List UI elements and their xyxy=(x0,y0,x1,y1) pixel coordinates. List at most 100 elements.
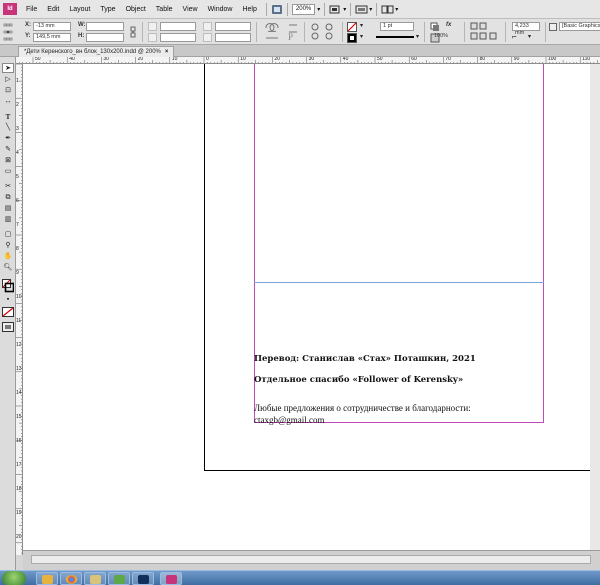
shear-angle-icon[interactable] xyxy=(203,33,212,42)
fill-dropdown-icon[interactable]: ▾ xyxy=(360,22,363,29)
corner-shape-dropdown-icon[interactable]: ▾ xyxy=(528,33,531,40)
height-field[interactable] xyxy=(86,33,124,42)
gradient-tool-icon[interactable]: ▤ xyxy=(2,204,14,214)
width-field[interactable] xyxy=(86,22,124,31)
object-style-icon[interactable] xyxy=(549,23,557,31)
control-separator xyxy=(342,22,343,42)
scale-x-field[interactable] xyxy=(160,22,196,31)
zoom-dropdown-icon[interactable]: ▾ xyxy=(317,6,320,13)
taskbar-indesign-icon[interactable] xyxy=(160,572,182,585)
indesign-logo-icon: Id xyxy=(3,3,17,15)
flip-buttons-icon[interactable]: P xyxy=(286,22,300,42)
scissors-tool-icon[interactable]: ✂ xyxy=(2,182,14,192)
ruler-label: 20 xyxy=(274,57,280,62)
menu-help[interactable]: Help xyxy=(237,0,261,19)
pasteboard[interactable]: Перевод: Станислав «Стах» Поташкин, 2021… xyxy=(23,64,600,550)
stroke-black-swatch-icon[interactable] xyxy=(347,33,357,43)
text-wrap-icons[interactable] xyxy=(470,22,500,42)
selection-tool-icon[interactable]: ➤ xyxy=(2,63,14,73)
horizontal-ruler[interactable]: 50403020100102030405060708090100110120 xyxy=(16,57,600,64)
hand-tool-icon[interactable]: ✋ xyxy=(2,252,14,262)
translator-credit-text[interactable]: Перевод: Станислав «Стах» Поташкин, 2021 xyxy=(254,354,476,364)
pen-tool-icon[interactable]: ✒ xyxy=(2,134,14,144)
menu-file[interactable]: File xyxy=(21,0,42,19)
view-mode-icon[interactable] xyxy=(2,322,14,332)
eyedropper-tool-icon[interactable]: ⚲ xyxy=(2,241,14,251)
x-label: X: xyxy=(25,22,31,28)
ruler-label: 7 xyxy=(16,222,19,228)
screen-mode-icon[interactable] xyxy=(355,4,369,15)
menu-layout[interactable]: Layout xyxy=(64,0,95,19)
horizontal-guide[interactable] xyxy=(254,282,544,283)
menu-view[interactable]: View xyxy=(178,0,203,19)
select-container-content-icons[interactable] xyxy=(310,23,338,41)
menu-type[interactable]: Type xyxy=(95,0,120,19)
ruler-label: 80 xyxy=(479,57,486,62)
direct-selection-tool-icon[interactable]: ▷ xyxy=(2,75,14,85)
contact-email-text[interactable]: ctaxgb@gmail.com xyxy=(254,415,325,425)
free-transform-tool-icon[interactable]: ⧉ xyxy=(2,193,14,203)
taskbar-photoshop-icon[interactable] xyxy=(132,572,154,585)
constrain-proportions-icon[interactable] xyxy=(129,26,137,38)
arrange-dropdown-icon[interactable]: ▾ xyxy=(395,6,398,13)
view-options-icon[interactable] xyxy=(329,4,343,15)
view-options-dropdown-icon[interactable]: ▾ xyxy=(343,6,346,13)
page-tool-icon[interactable]: ⊡ xyxy=(2,86,14,96)
y-position-field[interactable]: 149,5 mm xyxy=(33,33,71,42)
shear-angle-field[interactable] xyxy=(215,33,251,42)
fill-none-swatch-icon[interactable] xyxy=(347,22,357,32)
bridge-icon[interactable] xyxy=(271,4,283,15)
start-button-icon[interactable] xyxy=(2,571,26,585)
fx-icon[interactable]: fx xyxy=(446,22,451,28)
scale-x-icon[interactable] xyxy=(148,22,157,31)
thanks-text[interactable]: Отдельное спасибо «Follower of Kerensky» xyxy=(254,375,463,385)
opacity-field[interactable]: 100% xyxy=(432,33,454,42)
taskbar-explorer-icon[interactable] xyxy=(36,572,58,585)
stroke-dropdown-icon[interactable]: ▾ xyxy=(360,33,363,40)
arrange-documents-icon[interactable] xyxy=(381,4,395,15)
scale-y-field[interactable] xyxy=(160,33,196,42)
stroke-type-dropdown-icon[interactable]: ▾ xyxy=(416,33,419,40)
rotation-angle-field[interactable] xyxy=(215,22,251,31)
note-tool-icon[interactable]: ▢ xyxy=(2,230,14,240)
vertical-scrollbar[interactable] xyxy=(590,64,600,550)
horizontal-scrollbar[interactable] xyxy=(23,550,600,570)
rotation-angle-icon[interactable] xyxy=(203,22,212,31)
screen-mode-dropdown-icon[interactable]: ▾ xyxy=(369,6,372,13)
rectangle-tool-icon[interactable]: ▭ xyxy=(2,167,14,177)
corner-size-field[interactable]: 4,233 mm xyxy=(512,22,540,36)
taskbar-folder-icon[interactable] xyxy=(84,572,106,585)
object-style-field[interactable]: [Basic Graphics Fr xyxy=(559,22,600,31)
taskbar-chrome-icon[interactable] xyxy=(60,572,82,585)
ruler-label: 0 xyxy=(206,57,209,62)
scale-y-icon[interactable] xyxy=(148,33,157,42)
pencil-tool-icon[interactable]: ✎ xyxy=(2,145,14,155)
drop-shadow-icon[interactable] xyxy=(430,22,440,32)
menu-table[interactable]: Table xyxy=(151,0,178,19)
type-tool-icon[interactable]: T xyxy=(2,112,14,122)
horizontal-scrollbar-thumb[interactable] xyxy=(31,555,591,564)
corner-shape-icon[interactable]: ⌐ xyxy=(512,32,517,41)
menu-object[interactable]: Object xyxy=(121,0,151,19)
reference-point-icon[interactable] xyxy=(3,23,13,41)
apply-none-icon[interactable] xyxy=(2,307,14,317)
formatting-affects-icon[interactable]: ▪ xyxy=(2,295,14,305)
taskbar-app-icon[interactable] xyxy=(108,572,130,585)
document-tab[interactable]: *Дети Керенского_вн блок_130х200.indd @ … xyxy=(18,46,175,57)
zoom-tool-icon[interactable]: 🔍︎ xyxy=(2,263,14,273)
zoom-level-field[interactable]: 200% xyxy=(291,3,316,15)
vertical-ruler[interactable]: 1 2 3 4 5 6 7 8 9 10 11 12 13 14 15 16 17 18 19 20 xyxy=(16,64,23,555)
x-position-field[interactable]: -13 mm xyxy=(33,22,71,31)
fill-stroke-swatch-icon[interactable] xyxy=(2,279,14,293)
proposals-text[interactable]: Любые предложения о сотрудничестве и бла… xyxy=(254,403,471,413)
stroke-type-preview[interactable] xyxy=(376,36,414,38)
menu-window[interactable]: Window xyxy=(203,0,238,19)
rectangle-frame-tool-icon[interactable]: ⊠ xyxy=(2,156,14,166)
gradient-feather-tool-icon[interactable]: ▥ xyxy=(2,215,14,225)
close-tab-icon[interactable]: × xyxy=(165,49,169,55)
stroke-weight-field[interactable]: 1 pt xyxy=(380,22,414,31)
rotate-buttons-icon[interactable] xyxy=(262,22,282,42)
gap-tool-icon[interactable]: ↔ xyxy=(2,97,14,107)
line-tool-icon[interactable]: ╲ xyxy=(2,123,14,133)
menu-edit[interactable]: Edit xyxy=(42,0,64,19)
